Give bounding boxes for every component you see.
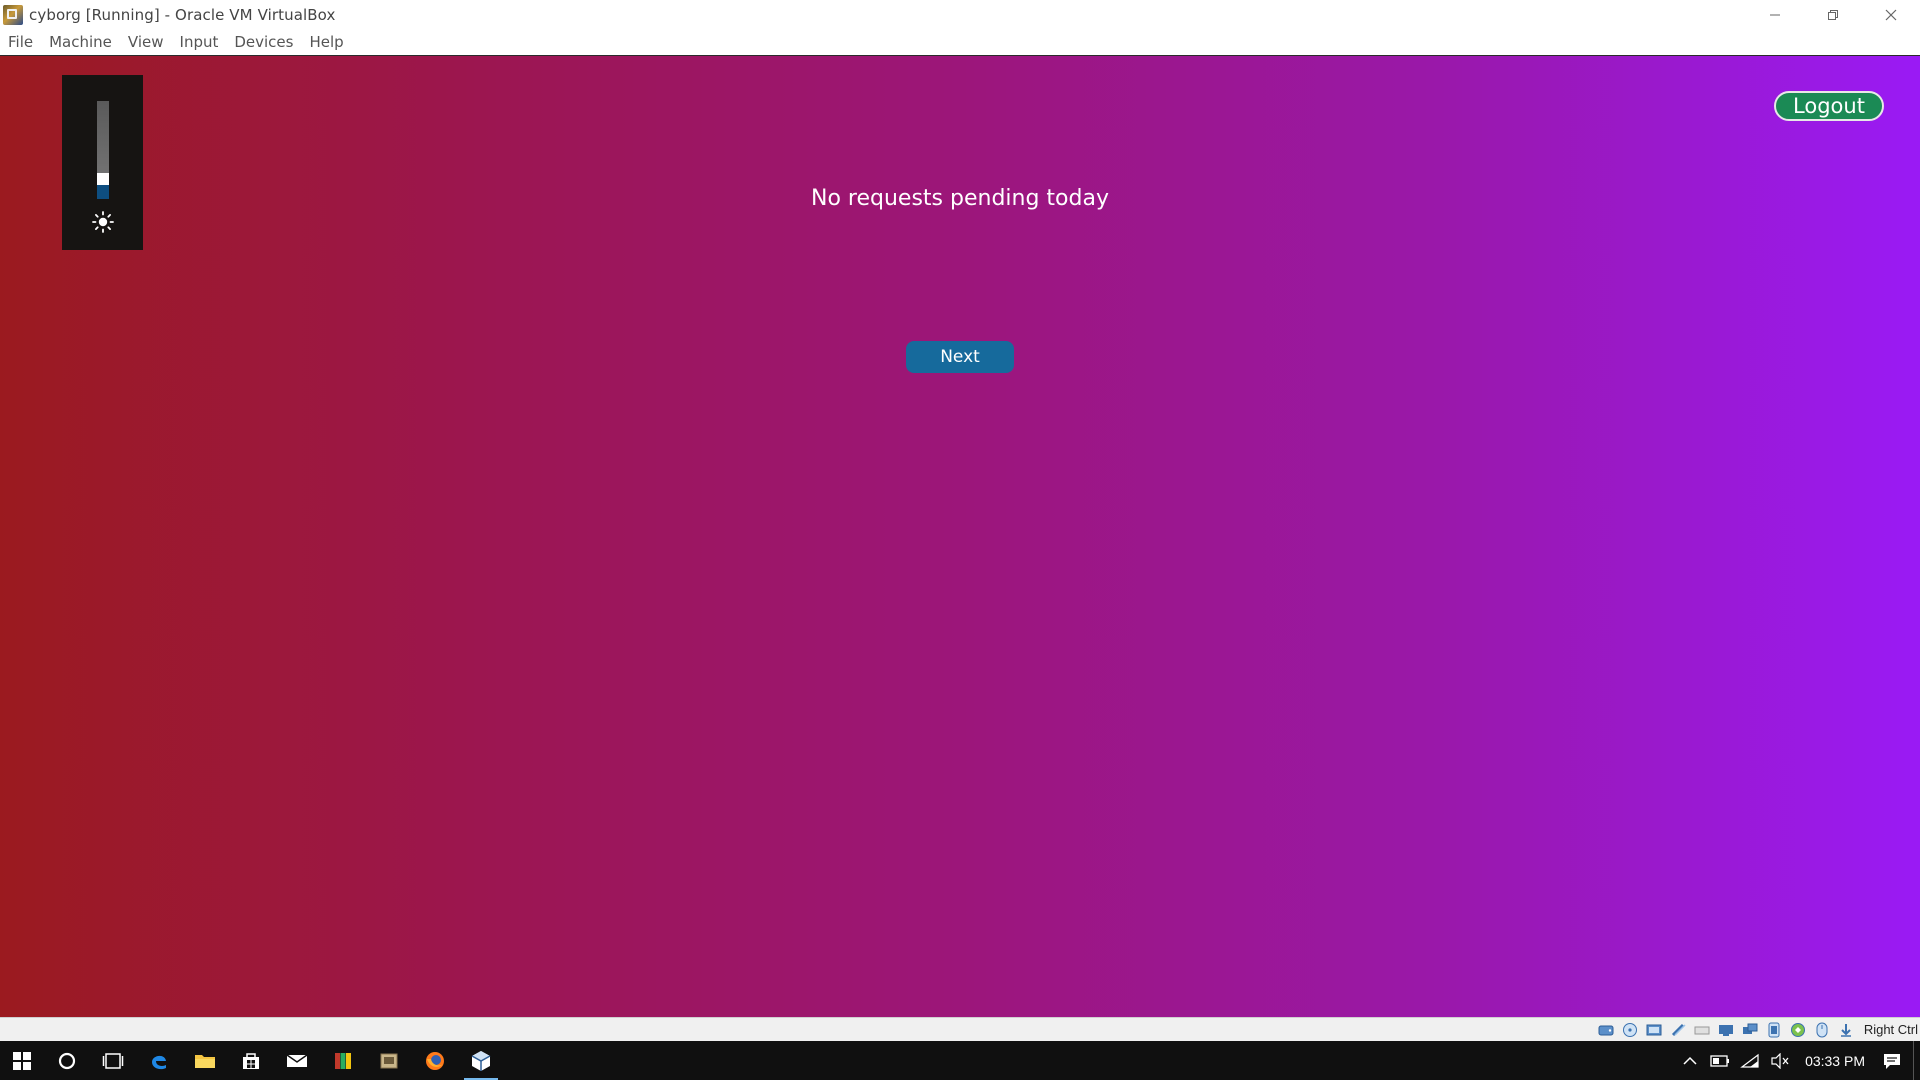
menu-input[interactable]: Input (172, 33, 227, 51)
menu-view[interactable]: View (120, 33, 172, 51)
status-message: No requests pending today (811, 186, 1109, 211)
volume-button[interactable] (1765, 1041, 1795, 1080)
wifi-button[interactable] (1735, 1041, 1765, 1080)
cpu-icon[interactable] (1788, 1022, 1808, 1038)
restore-button[interactable] (1804, 0, 1862, 29)
edge-button[interactable] (136, 1041, 182, 1080)
wifi-icon (1740, 1053, 1759, 1068)
keyboard-capture-icon[interactable] (1836, 1022, 1856, 1038)
minimize-icon (1770, 14, 1780, 15)
menu-file[interactable]: File (0, 33, 41, 51)
cortana-icon (58, 1052, 76, 1069)
start-button[interactable] (0, 1041, 44, 1080)
mail-button[interactable] (274, 1041, 320, 1080)
clock[interactable]: 03:33 PM (1805, 1053, 1865, 1069)
restore-icon (1828, 9, 1838, 20)
network-icon[interactable] (1668, 1022, 1688, 1038)
battery-button[interactable] (1705, 1041, 1735, 1080)
volume-muted-icon (1771, 1052, 1789, 1069)
host-key-label: Right Ctrl (1863, 1022, 1918, 1037)
edge-icon (152, 1055, 166, 1069)
virtualbox-taskbar-button[interactable] (458, 1041, 504, 1080)
audio-icon[interactable] (1644, 1022, 1664, 1038)
window-controls (1746, 0, 1920, 29)
mail-icon (286, 1053, 308, 1067)
vm-statusbar: Right Ctrl (0, 1017, 1920, 1041)
video-capture-icon[interactable] (1764, 1022, 1784, 1038)
brightness-panel (62, 75, 143, 250)
winrar-button[interactable] (320, 1041, 366, 1080)
taskbar: 03:33 PM (0, 1041, 1920, 1080)
usb-icon[interactable] (1692, 1022, 1712, 1038)
virtualbox-app-icon (3, 4, 23, 25)
optical-drive-icon[interactable] (1620, 1022, 1640, 1038)
cortana-button[interactable] (44, 1041, 90, 1080)
brightness-slider[interactable] (97, 101, 109, 199)
store-button[interactable] (228, 1041, 274, 1080)
menu-devices[interactable]: Devices (226, 33, 301, 51)
menu-help[interactable]: Help (301, 33, 351, 51)
file-explorer-icon (195, 1054, 215, 1068)
logout-button[interactable]: Logout (1774, 91, 1884, 121)
minimize-button[interactable] (1746, 0, 1804, 29)
display-icon[interactable] (1740, 1022, 1760, 1038)
firefox-icon (426, 1051, 444, 1070)
winrar-icon (335, 1052, 351, 1069)
window-titlebar: cyborg [Running] - Oracle VM VirtualBox (0, 0, 1920, 29)
file-explorer-button[interactable] (182, 1041, 228, 1080)
task-view-icon (102, 1052, 124, 1069)
close-button[interactable] (1862, 0, 1920, 29)
guest-display[interactable]: Logout No requests pending today Next (0, 56, 1920, 1017)
sun-icon (92, 211, 114, 233)
chevron-up-icon (1683, 1056, 1697, 1065)
store-icon (243, 1052, 259, 1069)
show-hidden-icons-button[interactable] (1675, 1041, 1705, 1080)
generic-app-button[interactable] (366, 1041, 412, 1080)
task-view-button[interactable] (90, 1041, 136, 1080)
menubar: File Machine View Input Devices Help (0, 29, 1920, 56)
show-desktop-button[interactable] (1913, 1041, 1920, 1080)
window-title: cyborg [Running] - Oracle VM VirtualBox (29, 5, 336, 24)
hard-disk-icon[interactable] (1596, 1022, 1616, 1038)
firefox-button[interactable] (412, 1041, 458, 1080)
mouse-integration-icon[interactable] (1812, 1022, 1832, 1038)
start-icon (13, 1051, 31, 1070)
brightness-slider-thumb[interactable] (97, 173, 109, 185)
system-tray: 03:33 PM (1675, 1041, 1920, 1080)
generic-app-icon (380, 1053, 398, 1068)
close-icon (1885, 9, 1897, 20)
shared-folders-icon[interactable] (1716, 1022, 1736, 1038)
next-button[interactable]: Next (906, 341, 1014, 373)
menu-machine[interactable]: Machine (41, 33, 120, 51)
battery-icon (1710, 1054, 1730, 1067)
action-center-button[interactable] (1877, 1041, 1907, 1080)
virtualbox-icon (471, 1050, 491, 1071)
action-center-icon (1884, 1053, 1900, 1069)
